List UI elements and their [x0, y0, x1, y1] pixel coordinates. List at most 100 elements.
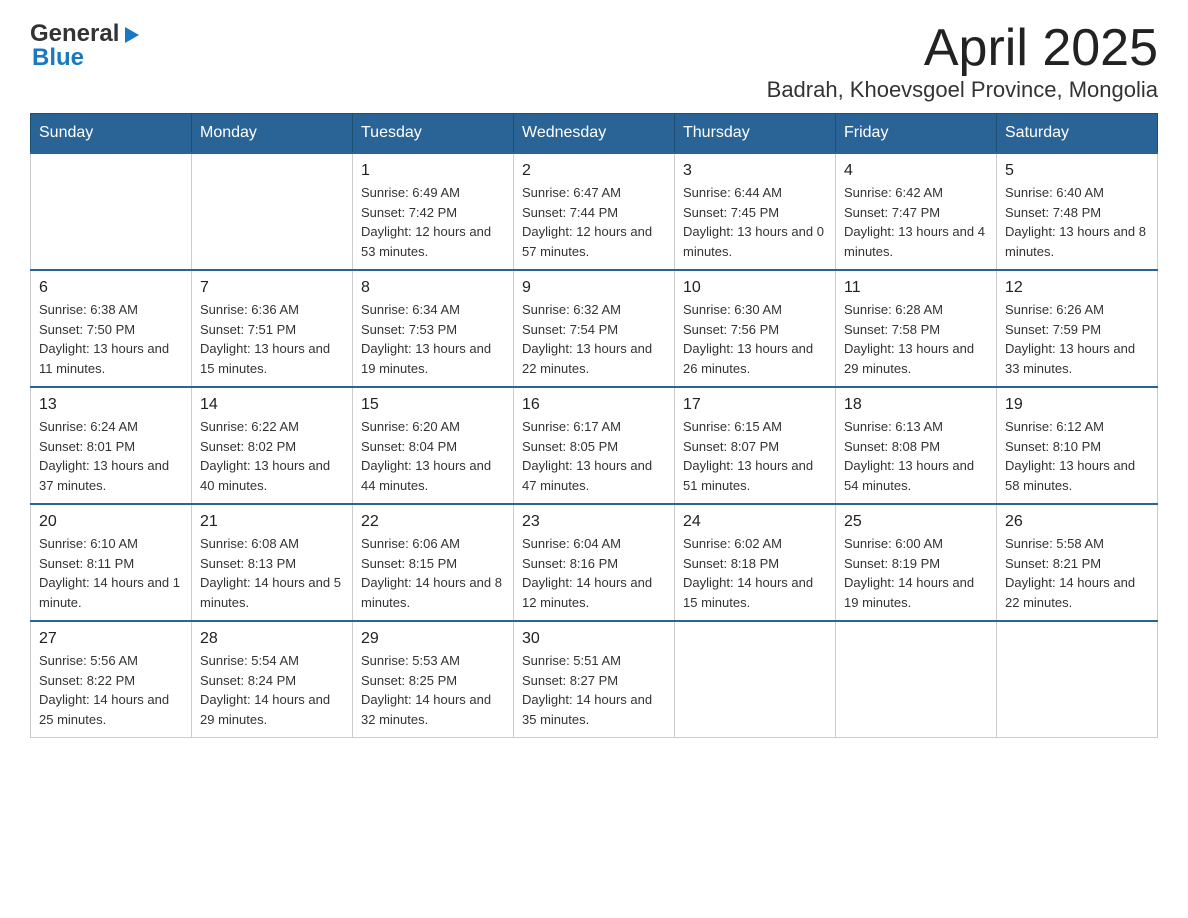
weekday-header-monday: Monday	[192, 114, 353, 154]
calendar-header-row: SundayMondayTuesdayWednesdayThursdayFrid…	[31, 114, 1158, 154]
day-info: Sunrise: 6:42 AMSunset: 7:47 PMDaylight:…	[844, 183, 988, 261]
logo: General Blue	[30, 20, 143, 72]
day-number: 4	[844, 162, 988, 180]
calendar-cell: 1 Sunrise: 6:49 AMSunset: 7:42 PMDaylight…	[353, 153, 514, 270]
day-number: 22	[361, 513, 505, 531]
day-number: 12	[1005, 279, 1149, 297]
calendar-cell: 5Sunrise: 6:40 AMSunset: 7:48 PMDaylight…	[997, 153, 1158, 270]
day-info: Sunrise: 6:36 AMSunset: 7:51 PMDaylight:…	[200, 300, 344, 378]
day-number: 6	[39, 279, 183, 297]
weekday-header-wednesday: Wednesday	[514, 114, 675, 154]
calendar-cell: 20 Sunrise: 6:10 AMSunset: 8:11 PMDayligh…	[31, 504, 192, 621]
day-number: 28	[200, 630, 344, 648]
calendar-cell: 4 Sunrise: 6:42 AMSunset: 7:47 PMDaylight…	[836, 153, 997, 270]
day-info: Sunrise: 6:40 AMSunset: 7:48 PMDaylight:…	[1005, 183, 1149, 261]
day-info: Sunrise: 6:08 AMSunset: 8:13 PMDaylight:…	[200, 534, 344, 612]
day-number: 24	[683, 513, 827, 531]
calendar-table: SundayMondayTuesdayWednesdayThursdayFrid…	[30, 113, 1158, 738]
day-number: 20	[39, 513, 183, 531]
calendar-week-row: 6 Sunrise: 6:38 AMSunset: 7:50 PMDaylight…	[31, 270, 1158, 387]
calendar-cell: 24 Sunrise: 6:02 AMSunset: 8:18 PMDayligh…	[675, 504, 836, 621]
day-info: Sunrise: 6:47 AMSunset: 7:44 PMDaylight:…	[522, 183, 666, 261]
day-number: 21	[200, 513, 344, 531]
day-info: Sunrise: 6:49 AMSunset: 7:42 PMDaylight:…	[361, 183, 505, 261]
calendar-cell: 25Sunrise: 6:00 AMSunset: 8:19 PMDayligh…	[836, 504, 997, 621]
day-number: 29	[361, 630, 505, 648]
page-header: General Blue April 2025 Badrah, Khoevsgo…	[30, 20, 1158, 103]
weekday-header-tuesday: Tuesday	[353, 114, 514, 154]
calendar-week-row: 27Sunrise: 5:56 AMSunset: 8:22 PMDayligh…	[31, 621, 1158, 738]
calendar-week-row: 1 Sunrise: 6:49 AMSunset: 7:42 PMDaylight…	[31, 153, 1158, 270]
calendar-cell: 30 Sunrise: 5:51 AMSunset: 8:27 PMDayligh…	[514, 621, 675, 738]
day-info: Sunrise: 5:51 AMSunset: 8:27 PMDaylight:…	[522, 651, 666, 729]
day-info: Sunrise: 6:30 AMSunset: 7:56 PMDaylight:…	[683, 300, 827, 378]
day-info: Sunrise: 6:26 AMSunset: 7:59 PMDaylight:…	[1005, 300, 1149, 378]
calendar-cell: 13Sunrise: 6:24 AMSunset: 8:01 PMDayligh…	[31, 387, 192, 504]
calendar-cell: 18 Sunrise: 6:13 AMSunset: 8:08 PMDayligh…	[836, 387, 997, 504]
logo-arrow-icon	[121, 24, 143, 46]
day-info: Sunrise: 5:54 AMSunset: 8:24 PMDaylight:…	[200, 651, 344, 729]
day-info: Sunrise: 6:32 AMSunset: 7:54 PMDaylight:…	[522, 300, 666, 378]
day-number: 16	[522, 396, 666, 414]
calendar-week-row: 20 Sunrise: 6:10 AMSunset: 8:11 PMDayligh…	[31, 504, 1158, 621]
day-number: 19	[1005, 396, 1149, 414]
day-info: Sunrise: 6:17 AMSunset: 8:05 PMDaylight:…	[522, 417, 666, 495]
calendar-cell: 27Sunrise: 5:56 AMSunset: 8:22 PMDayligh…	[31, 621, 192, 738]
logo-blue-text: Blue	[32, 44, 84, 72]
calendar-cell: 22 Sunrise: 6:06 AMSunset: 8:15 PMDayligh…	[353, 504, 514, 621]
calendar-cell: 21 Sunrise: 6:08 AMSunset: 8:13 PMDayligh…	[192, 504, 353, 621]
weekday-header-thursday: Thursday	[675, 114, 836, 154]
day-number: 9	[522, 279, 666, 297]
calendar-cell: 3 Sunrise: 6:44 AMSunset: 7:45 PMDaylight…	[675, 153, 836, 270]
calendar-cell: 15Sunrise: 6:20 AMSunset: 8:04 PMDayligh…	[353, 387, 514, 504]
calendar-cell	[836, 621, 997, 738]
calendar-cell: 19 Sunrise: 6:12 AMSunset: 8:10 PMDayligh…	[997, 387, 1158, 504]
day-number: 23	[522, 513, 666, 531]
page-subtitle: Badrah, Khoevsgoel Province, Mongolia	[767, 77, 1158, 103]
calendar-week-row: 13Sunrise: 6:24 AMSunset: 8:01 PMDayligh…	[31, 387, 1158, 504]
calendar-cell	[675, 621, 836, 738]
calendar-cell: 23 Sunrise: 6:04 AMSunset: 8:16 PMDayligh…	[514, 504, 675, 621]
day-info: Sunrise: 6:10 AMSunset: 8:11 PMDaylight:…	[39, 534, 183, 612]
day-info: Sunrise: 6:34 AMSunset: 7:53 PMDaylight:…	[361, 300, 505, 378]
day-number: 11	[844, 279, 988, 297]
day-info: Sunrise: 6:06 AMSunset: 8:15 PMDaylight:…	[361, 534, 505, 612]
weekday-header-sunday: Sunday	[31, 114, 192, 154]
weekday-header-saturday: Saturday	[997, 114, 1158, 154]
day-info: Sunrise: 6:12 AMSunset: 8:10 PMDaylight:…	[1005, 417, 1149, 495]
day-info: Sunrise: 6:13 AMSunset: 8:08 PMDaylight:…	[844, 417, 988, 495]
day-number: 10	[683, 279, 827, 297]
title-block: April 2025 Badrah, Khoevsgoel Province, …	[767, 20, 1158, 103]
day-number: 17	[683, 396, 827, 414]
day-info: Sunrise: 6:04 AMSunset: 8:16 PMDaylight:…	[522, 534, 666, 612]
day-info: Sunrise: 5:58 AMSunset: 8:21 PMDaylight:…	[1005, 534, 1149, 612]
day-number: 8	[361, 279, 505, 297]
calendar-cell: 9 Sunrise: 6:32 AMSunset: 7:54 PMDaylight…	[514, 270, 675, 387]
day-info: Sunrise: 6:28 AMSunset: 7:58 PMDaylight:…	[844, 300, 988, 378]
day-number: 14	[200, 396, 344, 414]
day-info: Sunrise: 6:22 AMSunset: 8:02 PMDaylight:…	[200, 417, 344, 495]
day-number: 1	[361, 162, 505, 180]
day-info: Sunrise: 6:02 AMSunset: 8:18 PMDaylight:…	[683, 534, 827, 612]
calendar-cell: 28 Sunrise: 5:54 AMSunset: 8:24 PMDayligh…	[192, 621, 353, 738]
page-title: April 2025	[767, 20, 1158, 77]
calendar-cell	[997, 621, 1158, 738]
calendar-cell: 26 Sunrise: 5:58 AMSunset: 8:21 PMDayligh…	[997, 504, 1158, 621]
day-number: 30	[522, 630, 666, 648]
day-number: 26	[1005, 513, 1149, 531]
day-number: 3	[683, 162, 827, 180]
day-number: 15	[361, 396, 505, 414]
calendar-cell: 10 Sunrise: 6:30 AMSunset: 7:56 PMDayligh…	[675, 270, 836, 387]
day-info: Sunrise: 6:44 AMSunset: 7:45 PMDaylight:…	[683, 183, 827, 261]
day-number: 2	[522, 162, 666, 180]
day-number: 18	[844, 396, 988, 414]
weekday-header-friday: Friday	[836, 114, 997, 154]
calendar-cell: 16 Sunrise: 6:17 AMSunset: 8:05 PMDayligh…	[514, 387, 675, 504]
calendar-cell: 11 Sunrise: 6:28 AMSunset: 7:58 PMDayligh…	[836, 270, 997, 387]
day-number: 7	[200, 279, 344, 297]
calendar-cell: 17Sunrise: 6:15 AMSunset: 8:07 PMDayligh…	[675, 387, 836, 504]
day-info: Sunrise: 6:00 AMSunset: 8:19 PMDaylight:…	[844, 534, 988, 612]
calendar-cell: 6 Sunrise: 6:38 AMSunset: 7:50 PMDaylight…	[31, 270, 192, 387]
calendar-cell: 29Sunrise: 5:53 AMSunset: 8:25 PMDayligh…	[353, 621, 514, 738]
day-info: Sunrise: 6:38 AMSunset: 7:50 PMDaylight:…	[39, 300, 183, 378]
